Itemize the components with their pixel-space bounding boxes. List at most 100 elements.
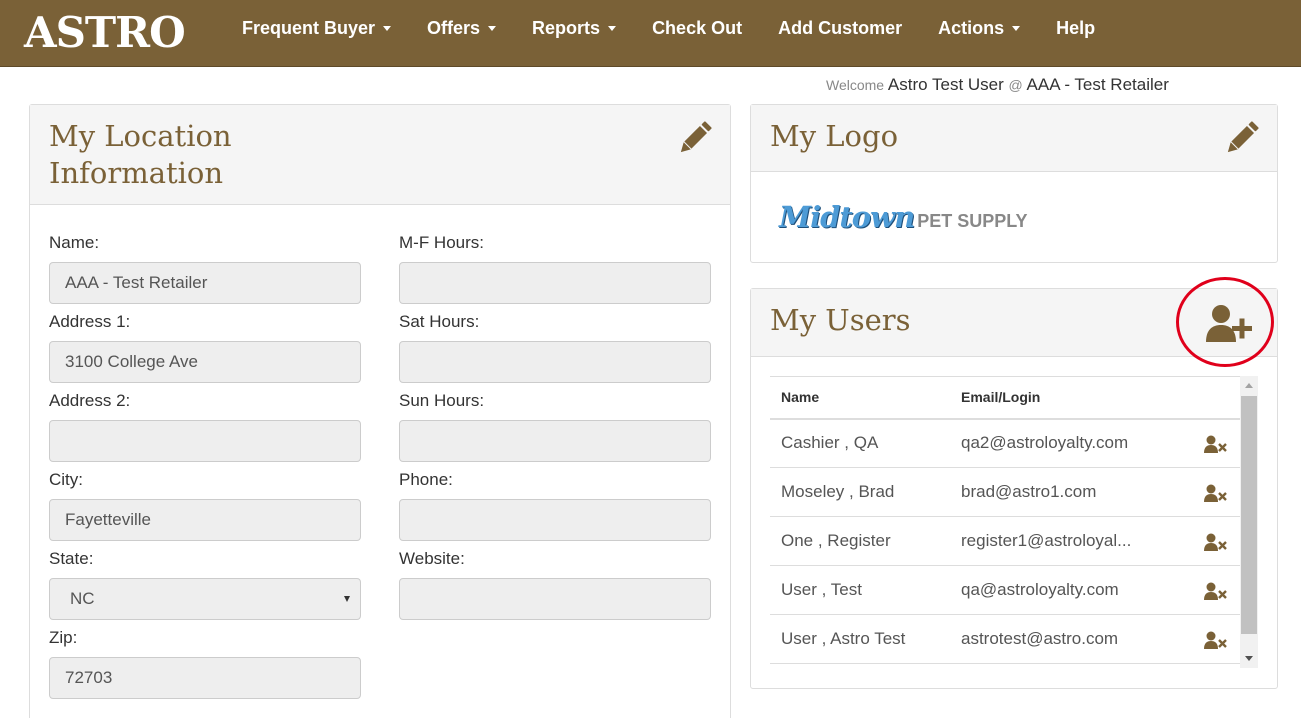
nav-add-customer[interactable]: Add Customer <box>760 0 920 56</box>
remove-user-icon[interactable] <box>1203 484 1228 502</box>
address2-label: Address 2: <box>49 391 131 410</box>
users-table-container: Name Email/Login Cashier , QA qa2@astrol… <box>770 376 1240 668</box>
row-actions <box>1190 418 1240 468</box>
city-field[interactable]: Fayetteville <box>49 499 361 541</box>
state-select[interactable]: NC <box>49 578 361 620</box>
logo-panel: My Logo Midtown PET SUPPLY <box>750 104 1278 263</box>
table-row[interactable]: User , Astro Test astrotest@astro.com <box>770 614 1240 664</box>
col-header-actions <box>1190 376 1240 420</box>
pencil-icon[interactable] <box>1225 121 1259 155</box>
table-header-row: Name Email/Login <box>770 376 1240 420</box>
users-panel-heading: My Users <box>751 277 1277 367</box>
nav-label: Add Customer <box>778 17 903 38</box>
welcome-retailer: AAA - Test Retailer <box>1026 75 1169 94</box>
row-actions <box>1190 467 1240 517</box>
user-name: One , Register <box>770 516 950 566</box>
address1-field[interactable]: 3100 College Ave <box>49 341 361 383</box>
sun-hours-field[interactable] <box>399 420 711 462</box>
nav-check-out[interactable]: Check Out <box>634 0 760 56</box>
caret-down-icon <box>488 25 497 31</box>
remove-user-icon[interactable] <box>1203 631 1228 649</box>
caret-down-icon <box>608 25 617 31</box>
user-email: brad@astro1.com <box>950 467 1190 517</box>
zip-field[interactable]: 72703 <box>49 657 361 699</box>
col-header-email[interactable]: Email/Login <box>950 376 1190 420</box>
name-field[interactable]: AAA - Test Retailer <box>49 262 361 304</box>
logo-panel-title: My Logo <box>770 119 899 153</box>
zip-label: Zip: <box>49 628 78 647</box>
user-name: Moseley , Brad <box>770 467 950 517</box>
users-panel: My Users Name Email/Login Cashier , QA q… <box>750 277 1278 689</box>
phone-label: Phone: <box>399 470 453 489</box>
table-row[interactable]: One , Register register1@astroloyal... <box>770 516 1240 566</box>
table-row[interactable]: User , Test qa@astroloyalty.com <box>770 565 1240 615</box>
logo-script-text: Midtown <box>779 200 915 234</box>
remove-user-icon[interactable] <box>1203 435 1228 453</box>
remove-user-icon[interactable] <box>1203 582 1228 600</box>
brand-logo[interactable]: ASTRO <box>24 10 186 56</box>
logo-sub-text: PET SUPPLY <box>917 211 1028 231</box>
users-table: Name Email/Login Cashier , QA qa2@astrol… <box>770 376 1240 664</box>
phone-field[interactable] <box>399 499 711 541</box>
mf-hours-field[interactable] <box>399 262 711 304</box>
location-form-left: Name: AAA - Test Retailer Address 1: 310… <box>49 233 361 707</box>
nav-label: Offers <box>427 17 481 38</box>
row-actions <box>1190 516 1240 566</box>
store-logo-image: Midtown PET SUPPLY <box>779 200 1028 234</box>
website-field[interactable] <box>399 578 711 620</box>
caret-down-icon <box>1012 25 1021 31</box>
nav-offers[interactable]: Offers <box>409 0 514 56</box>
col-header-name[interactable]: Name <box>770 376 950 420</box>
highlight-circle <box>1176 277 1274 367</box>
nav-label: Actions <box>938 17 1005 38</box>
user-name: User , Astro Test <box>770 614 950 664</box>
mf-hours-label: M-F Hours: <box>399 233 484 252</box>
location-panel: My Location Information Name: AAA - Test… <box>29 104 731 718</box>
user-name: User , Test <box>770 565 950 615</box>
nav-reports[interactable]: Reports <box>514 0 634 56</box>
user-email: astrotest@astro.com <box>950 614 1190 664</box>
nav-label: Help <box>1056 17 1096 38</box>
welcome-at: @ <box>1008 77 1023 93</box>
user-email: qa2@astroloyalty.com <box>950 418 1190 468</box>
users-table-scrollbar[interactable] <box>1240 376 1258 668</box>
top-navbar: ASTRO Frequent Buyer Offers Reports Chec… <box>0 0 1301 67</box>
location-panel-heading: My Location Information <box>30 105 730 205</box>
website-label: Website: <box>399 549 465 568</box>
user-email: qa@astroloyalty.com <box>950 565 1190 615</box>
nav-frequent-buyer[interactable]: Frequent Buyer <box>224 0 409 56</box>
nav-label: Check Out <box>652 17 743 38</box>
user-name: Cashier , QA <box>770 418 950 468</box>
sat-hours-field[interactable] <box>399 341 711 383</box>
nav-help[interactable]: Help <box>1038 0 1113 56</box>
nav-menu: Frequent Buyer Offers Reports Check Out … <box>224 0 1113 56</box>
title-line: Information <box>49 156 224 190</box>
row-actions <box>1190 565 1240 615</box>
caret-down-icon <box>383 25 392 31</box>
location-panel-title: My Location Information <box>49 118 711 192</box>
scroll-down-arrow-icon[interactable] <box>1245 656 1253 661</box>
user-email: register1@astroloyal... <box>950 516 1190 566</box>
scroll-thumb[interactable] <box>1241 396 1257 634</box>
welcome-line: Welcome Astro Test User @ AAA - Test Ret… <box>826 75 1169 95</box>
table-row[interactable]: Cashier , QA qa2@astroloyalty.com <box>770 418 1240 468</box>
caret-down-icon <box>344 596 350 602</box>
location-form-right: M-F Hours: Sat Hours: Sun Hours: Phone: … <box>399 233 711 628</box>
sun-hours-label: Sun Hours: <box>399 391 485 410</box>
remove-user-icon[interactable] <box>1203 533 1228 551</box>
nav-label: Frequent Buyer <box>242 17 376 38</box>
add-user-icon[interactable] <box>1206 304 1252 344</box>
welcome-user: Astro Test User <box>887 75 1004 94</box>
nav-actions[interactable]: Actions <box>920 0 1038 56</box>
sat-hours-label: Sat Hours: <box>399 312 480 331</box>
table-row[interactable]: Moseley , Brad brad@astro1.com <box>770 467 1240 517</box>
pencil-icon[interactable] <box>678 121 712 155</box>
address2-field[interactable] <box>49 420 361 462</box>
title-line: My Location <box>49 119 232 153</box>
name-label: Name: <box>49 233 100 252</box>
state-value: NC <box>70 589 95 608</box>
city-label: City: <box>49 470 83 489</box>
row-actions <box>1190 614 1240 664</box>
scroll-up-arrow-icon[interactable] <box>1245 383 1253 388</box>
logo-panel-heading: My Logo <box>751 105 1277 172</box>
